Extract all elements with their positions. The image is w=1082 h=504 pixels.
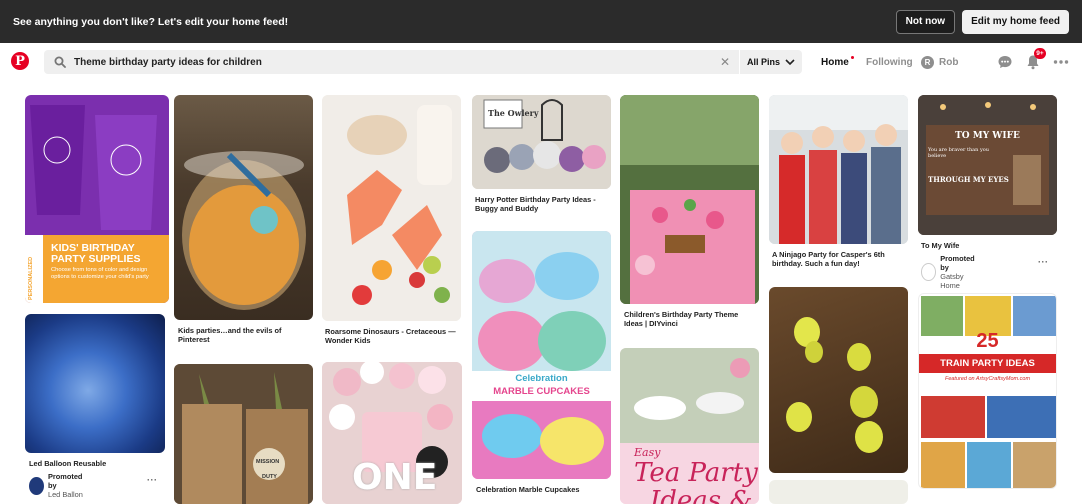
banner-message: See anything you don't like? Let's edit …	[13, 15, 289, 28]
home-notification-dot	[850, 56, 854, 59]
advertiser-name: Led Ballon	[47, 490, 83, 499]
train-sub: Featured on ArtsyCraftsyMom.com	[944, 376, 1031, 382]
garden-table-illustration	[620, 95, 759, 304]
nav-following[interactable]: Following	[866, 43, 913, 81]
all-pins-label: All Pins	[746, 57, 780, 67]
cupcakes-banner-line2: MARBLE CUPCAKES	[472, 386, 611, 397]
messages-icon[interactable]	[997, 54, 1013, 70]
more-options-icon[interactable]	[1053, 54, 1069, 70]
pin-title[interactable]: Harry Potter Birthday Party Ideas - Bugg…	[475, 195, 609, 213]
goldfish-jar-illustration	[182, 151, 306, 310]
train-number: 25	[976, 330, 999, 352]
search-icon	[46, 56, 74, 68]
nav-profile[interactable]: R Rob	[921, 43, 958, 81]
advertiser-avatar	[921, 263, 937, 281]
tea-overlay-big: Tea Party	[634, 458, 758, 488]
wife-sign-sub: You are braver than you believe	[928, 147, 990, 159]
pin-image[interactable]: ONE	[322, 362, 462, 504]
personalized-tag: PERSONALIZED	[28, 256, 34, 300]
advertiser-name: Gatsby Home	[940, 272, 964, 290]
advertiser-avatar	[29, 476, 44, 495]
supplies-overlay-title: KIDS' BIRTHDAY PARTY SUPPLIES	[51, 242, 141, 265]
edit-home-feed-button[interactable]: Edit my home feed	[962, 9, 1069, 34]
profile-name: Rob	[939, 56, 959, 68]
promoted-label: Promoted by	[47, 472, 83, 490]
pin-image[interactable]	[322, 95, 461, 321]
pin-image[interactable]	[620, 95, 759, 304]
chevron-down-icon	[785, 58, 795, 65]
pin-title[interactable]: Led Balloon Reusable	[29, 459, 165, 468]
pin-more-icon[interactable]: ···	[147, 475, 158, 485]
pin-title[interactable]: A Ninjago Party for Casper's 6th birthda…	[772, 250, 907, 268]
train-title: TRAIN PARTY IDEAS	[919, 354, 1056, 373]
pin-image[interactable]	[25, 314, 165, 453]
cupcakes-banner-line1: Celebration	[472, 373, 611, 384]
pin-image[interactable]	[174, 95, 313, 320]
pin-image[interactable]: Celebration MARBLE CUPCAKES	[472, 231, 611, 479]
ninjago-kids-illustration	[769, 95, 908, 244]
pinterest-logo-icon[interactable]: P	[11, 52, 29, 70]
pin-title[interactable]: Kids parties…and the evils of Pinterest	[178, 326, 310, 344]
nav-home-label: Home	[821, 56, 849, 68]
wife-sign-line: THROUGH MY EYES	[928, 175, 1009, 184]
one-balloon-letters: ONE	[352, 457, 438, 498]
pin-image[interactable]: MISSION DUTY	[174, 364, 313, 504]
pin-image[interactable]: KIDS' BIRTHDAY PARTY SUPPLIES Choose fro…	[25, 95, 169, 303]
pin-more-icon[interactable]: ···	[1038, 257, 1049, 267]
pin-image[interactable]: The Owlery	[472, 95, 611, 189]
promoted-label: Promoted by	[940, 254, 975, 272]
army-bags-illustration	[174, 364, 313, 504]
train-collage-illustration	[921, 296, 1056, 488]
pin-title[interactable]: Roarsome Dinosaurs - Cretaceous — Wonder…	[325, 327, 459, 345]
pin-image[interactable]: 25 TRAIN PARTY IDEAS Featured on ArtsyCr…	[918, 293, 1057, 489]
clear-search-icon[interactable]: ✕	[711, 55, 739, 69]
wife-sign-illustration	[918, 95, 1057, 235]
tea-overlay-big2: Ideas &	[650, 486, 753, 504]
promoted-by[interactable]: Promoted by Led Ballon	[29, 472, 86, 499]
owlery-sign: The Owlery	[488, 108, 539, 118]
pin-title[interactable]: To My Wife	[921, 241, 1055, 250]
dinosaur-fruit-illustration	[322, 95, 461, 321]
mission-label: MISSION	[256, 459, 280, 465]
all-pins-dropdown[interactable]: All Pins	[740, 57, 802, 67]
supplies-overlay-sub: Choose from tons of color and design opt…	[51, 267, 149, 280]
search-bar[interactable]: Theme birthday party ideas for children …	[44, 50, 802, 74]
search-input[interactable]: Theme birthday party ideas for children	[74, 57, 711, 68]
pin-title[interactable]: Children's Birthday Party Theme Ideas | …	[624, 310, 758, 328]
balloons-floor-illustration	[786, 317, 883, 453]
notification-badge: 9+	[1034, 48, 1046, 59]
pin-image[interactable]: TO MY WIFE You are braver than you belie…	[918, 95, 1057, 235]
pin-image[interactable]	[769, 287, 908, 473]
not-now-button[interactable]: Not now	[895, 9, 956, 34]
pin-image[interactable]	[769, 95, 908, 244]
duty-label: DUTY	[262, 474, 277, 480]
pin-image-next[interactable]	[769, 480, 908, 504]
nav-home[interactable]: Home	[821, 43, 854, 81]
promoted-by[interactable]: Promoted by Gatsby Home	[921, 254, 978, 290]
profile-avatar: R	[921, 55, 934, 69]
edit-feed-banner: See anything you don't like? Let's edit …	[0, 0, 1082, 43]
top-header: P Theme birthday party ideas for childre…	[0, 43, 1082, 81]
pin-title[interactable]: Celebration Marble Cupcakes	[476, 485, 610, 494]
wife-sign-title: TO MY WIFE	[955, 131, 1020, 141]
cupcakes-illustration	[472, 231, 611, 479]
pin-image[interactable]: Easy Tea Party Ideas &	[620, 348, 759, 504]
